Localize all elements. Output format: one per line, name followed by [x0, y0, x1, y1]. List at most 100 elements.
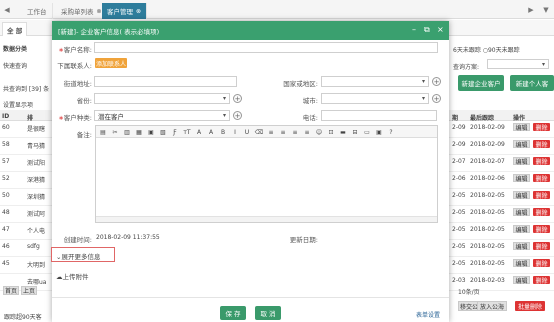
close-icon[interactable]: ⊗ [97, 8, 102, 15]
maximize-icon[interactable]: ⧉ [424, 25, 430, 35]
address-input[interactable] [94, 76, 237, 87]
delete-button[interactable]: 删除 [533, 276, 550, 285]
save-button[interactable]: 保 存 [220, 306, 246, 320]
add-city-icon[interactable]: + [432, 94, 441, 103]
customer-name-input[interactable] [94, 42, 438, 53]
new-company-customer-button[interactable]: 新建企业客户 [458, 75, 504, 91]
edit-button[interactable]: 编辑 [513, 174, 530, 183]
cancel-button[interactable]: 取 消 [255, 306, 281, 320]
italic-icon[interactable]: I [231, 128, 239, 136]
edit-button[interactable]: 编辑 [513, 157, 530, 166]
row-name[interactable]: 测试阿 [27, 209, 45, 218]
row-name[interactable]: 深圳猜 [27, 192, 45, 201]
row-date: 2018-02-06 [470, 175, 505, 182]
row-name[interactable]: 去哪ua [27, 277, 46, 286]
tab-workbench[interactable]: 工作台 [22, 3, 53, 19]
phone-input[interactable] [321, 110, 437, 121]
upload-attachment-link[interactable]: ☁上传附件 [56, 271, 89, 281]
expand-more-link[interactable]: ⌄展开更多信息 [56, 251, 100, 261]
font-color-icon[interactable]: A [195, 128, 203, 136]
edit-button[interactable]: 编辑 [513, 242, 530, 251]
edit-button[interactable]: 编辑 [513, 259, 530, 268]
query-plan-select[interactable]: ▾ [487, 59, 549, 69]
delete-button[interactable]: 删除 [533, 140, 550, 149]
media-icon[interactable]: ▣ [375, 128, 383, 136]
row-name[interactable]: 是很瞎 [27, 124, 45, 133]
close-icon[interactable]: ⊗ [136, 8, 141, 15]
add-contact-button[interactable]: 添加联系人 [95, 58, 127, 68]
align-center-icon[interactable]: ≡ [279, 128, 287, 136]
delete-button[interactable]: 删除 [533, 242, 550, 251]
justify-icon[interactable]: ≡ [303, 128, 311, 136]
pager-first[interactable]: 首页 [3, 286, 19, 295]
data-category-tab[interactable]: 数据分类 [3, 44, 27, 53]
table-icon[interactable]: ⊟ [351, 128, 359, 136]
row-name[interactable]: 青马猜 [27, 141, 45, 150]
edit-button[interactable]: 编辑 [513, 225, 530, 234]
paste-word-icon[interactable]: ▧ [159, 128, 167, 136]
cut-icon[interactable]: ✂ [111, 128, 119, 136]
edit-button[interactable]: 编辑 [513, 276, 530, 285]
font-family-icon[interactable]: Ƒ [171, 128, 179, 136]
align-right-icon[interactable]: ≡ [291, 128, 299, 136]
edit-button[interactable]: 编辑 [513, 140, 530, 149]
delete-button[interactable]: 删除 [533, 191, 550, 200]
city-select[interactable]: ▾ [321, 93, 429, 104]
bold-icon[interactable]: B [219, 128, 227, 136]
add-country-icon[interactable]: + [432, 77, 441, 86]
customer-type-select[interactable]: 潜在客户 ▾ [94, 110, 230, 121]
help-icon[interactable]: ? [387, 128, 395, 136]
display-settings-link[interactable]: 设置显示项 [3, 100, 33, 109]
row-name[interactable]: 测试阳 [27, 158, 45, 167]
row-name[interactable]: 深港猜 [27, 175, 45, 184]
new-person-customer-button[interactable]: 新建个人客 [510, 75, 554, 91]
delete-button[interactable]: 删除 [533, 123, 550, 132]
delete-button[interactable]: 删除 [533, 225, 550, 234]
add-province-icon[interactable]: + [233, 94, 242, 103]
remark-rich-editor[interactable]: ▤ ✂ ▥ ▦ ▣ ▧ ƑᴛT A A B I U ⌫ ≡ ≡ ≡ ≡ ☺ ⊡ ▬ ⊟ ▭ ▣? [95, 125, 438, 223]
edit-button[interactable]: 编辑 [513, 191, 530, 200]
page-size[interactable]: 10条/页 [458, 287, 480, 296]
tab-purchase-list[interactable]: 采购单列表 ⊗ [56, 3, 108, 19]
source-icon[interactable]: ▤ [99, 128, 107, 136]
copy-icon[interactable]: ▥ [123, 128, 131, 136]
tabs-right-arrow-icon[interactable]: ▶ [524, 0, 538, 19]
editor-resize-handle[interactable] [96, 216, 437, 222]
delete-button[interactable]: 删除 [533, 174, 550, 183]
emoticon-icon[interactable]: ☺ [315, 128, 323, 136]
align-left-icon[interactable]: ≡ [267, 128, 275, 136]
quick-query-tab[interactable]: 快速查询 [3, 61, 27, 70]
add-customer-type-icon[interactable]: + [233, 111, 242, 120]
edit-button[interactable]: 编辑 [513, 208, 530, 217]
bg-color-icon[interactable]: A [207, 128, 215, 136]
form-settings-link[interactable]: 表单设置 [416, 310, 440, 319]
image-icon[interactable]: ⊡ [327, 128, 335, 136]
paste-text-icon[interactable]: ▣ [147, 128, 155, 136]
font-size-icon[interactable]: ᴛT [183, 128, 191, 136]
put-public-button[interactable]: 放入公海 [477, 301, 507, 311]
row-name[interactable]: 个人电 [27, 226, 45, 235]
batch-delete-button[interactable]: 批量删除 [515, 301, 545, 311]
hr-icon[interactable]: ▬ [339, 128, 347, 136]
pager-prev[interactable]: 上页 [21, 286, 37, 295]
delete-button[interactable]: 删除 [533, 157, 550, 166]
delete-button[interactable]: 删除 [533, 208, 550, 217]
tabs-menu-icon[interactable]: ▼ [539, 0, 553, 19]
minimize-icon[interactable]: – [412, 25, 416, 35]
remove-format-icon[interactable]: ⌫ [255, 128, 263, 136]
province-select[interactable]: ▾ [94, 93, 230, 104]
close-icon[interactable]: × [437, 25, 444, 35]
underline-icon[interactable]: U [243, 128, 251, 136]
tab-customer-management[interactable]: 客户管理 ⊗ [102, 3, 148, 19]
row-name[interactable]: 大明到 [27, 260, 45, 269]
row-name[interactable]: sdfg [27, 243, 40, 250]
link-icon[interactable]: ▭ [363, 128, 371, 136]
delete-button[interactable]: 删除 [533, 259, 550, 268]
paste-icon[interactable]: ▦ [135, 128, 143, 136]
edit-button[interactable]: 编辑 [513, 123, 530, 132]
tabs-left-arrow-icon[interactable]: ◀ [0, 0, 14, 19]
country-select[interactable]: ▾ [321, 76, 429, 87]
bottom-status[interactable]: 跟踪超90天客 [4, 312, 42, 321]
followup-filter[interactable]: 6天未跟踪 ○90天未跟踪 [453, 45, 520, 54]
tab-all[interactable]: 全 部 [2, 22, 28, 36]
